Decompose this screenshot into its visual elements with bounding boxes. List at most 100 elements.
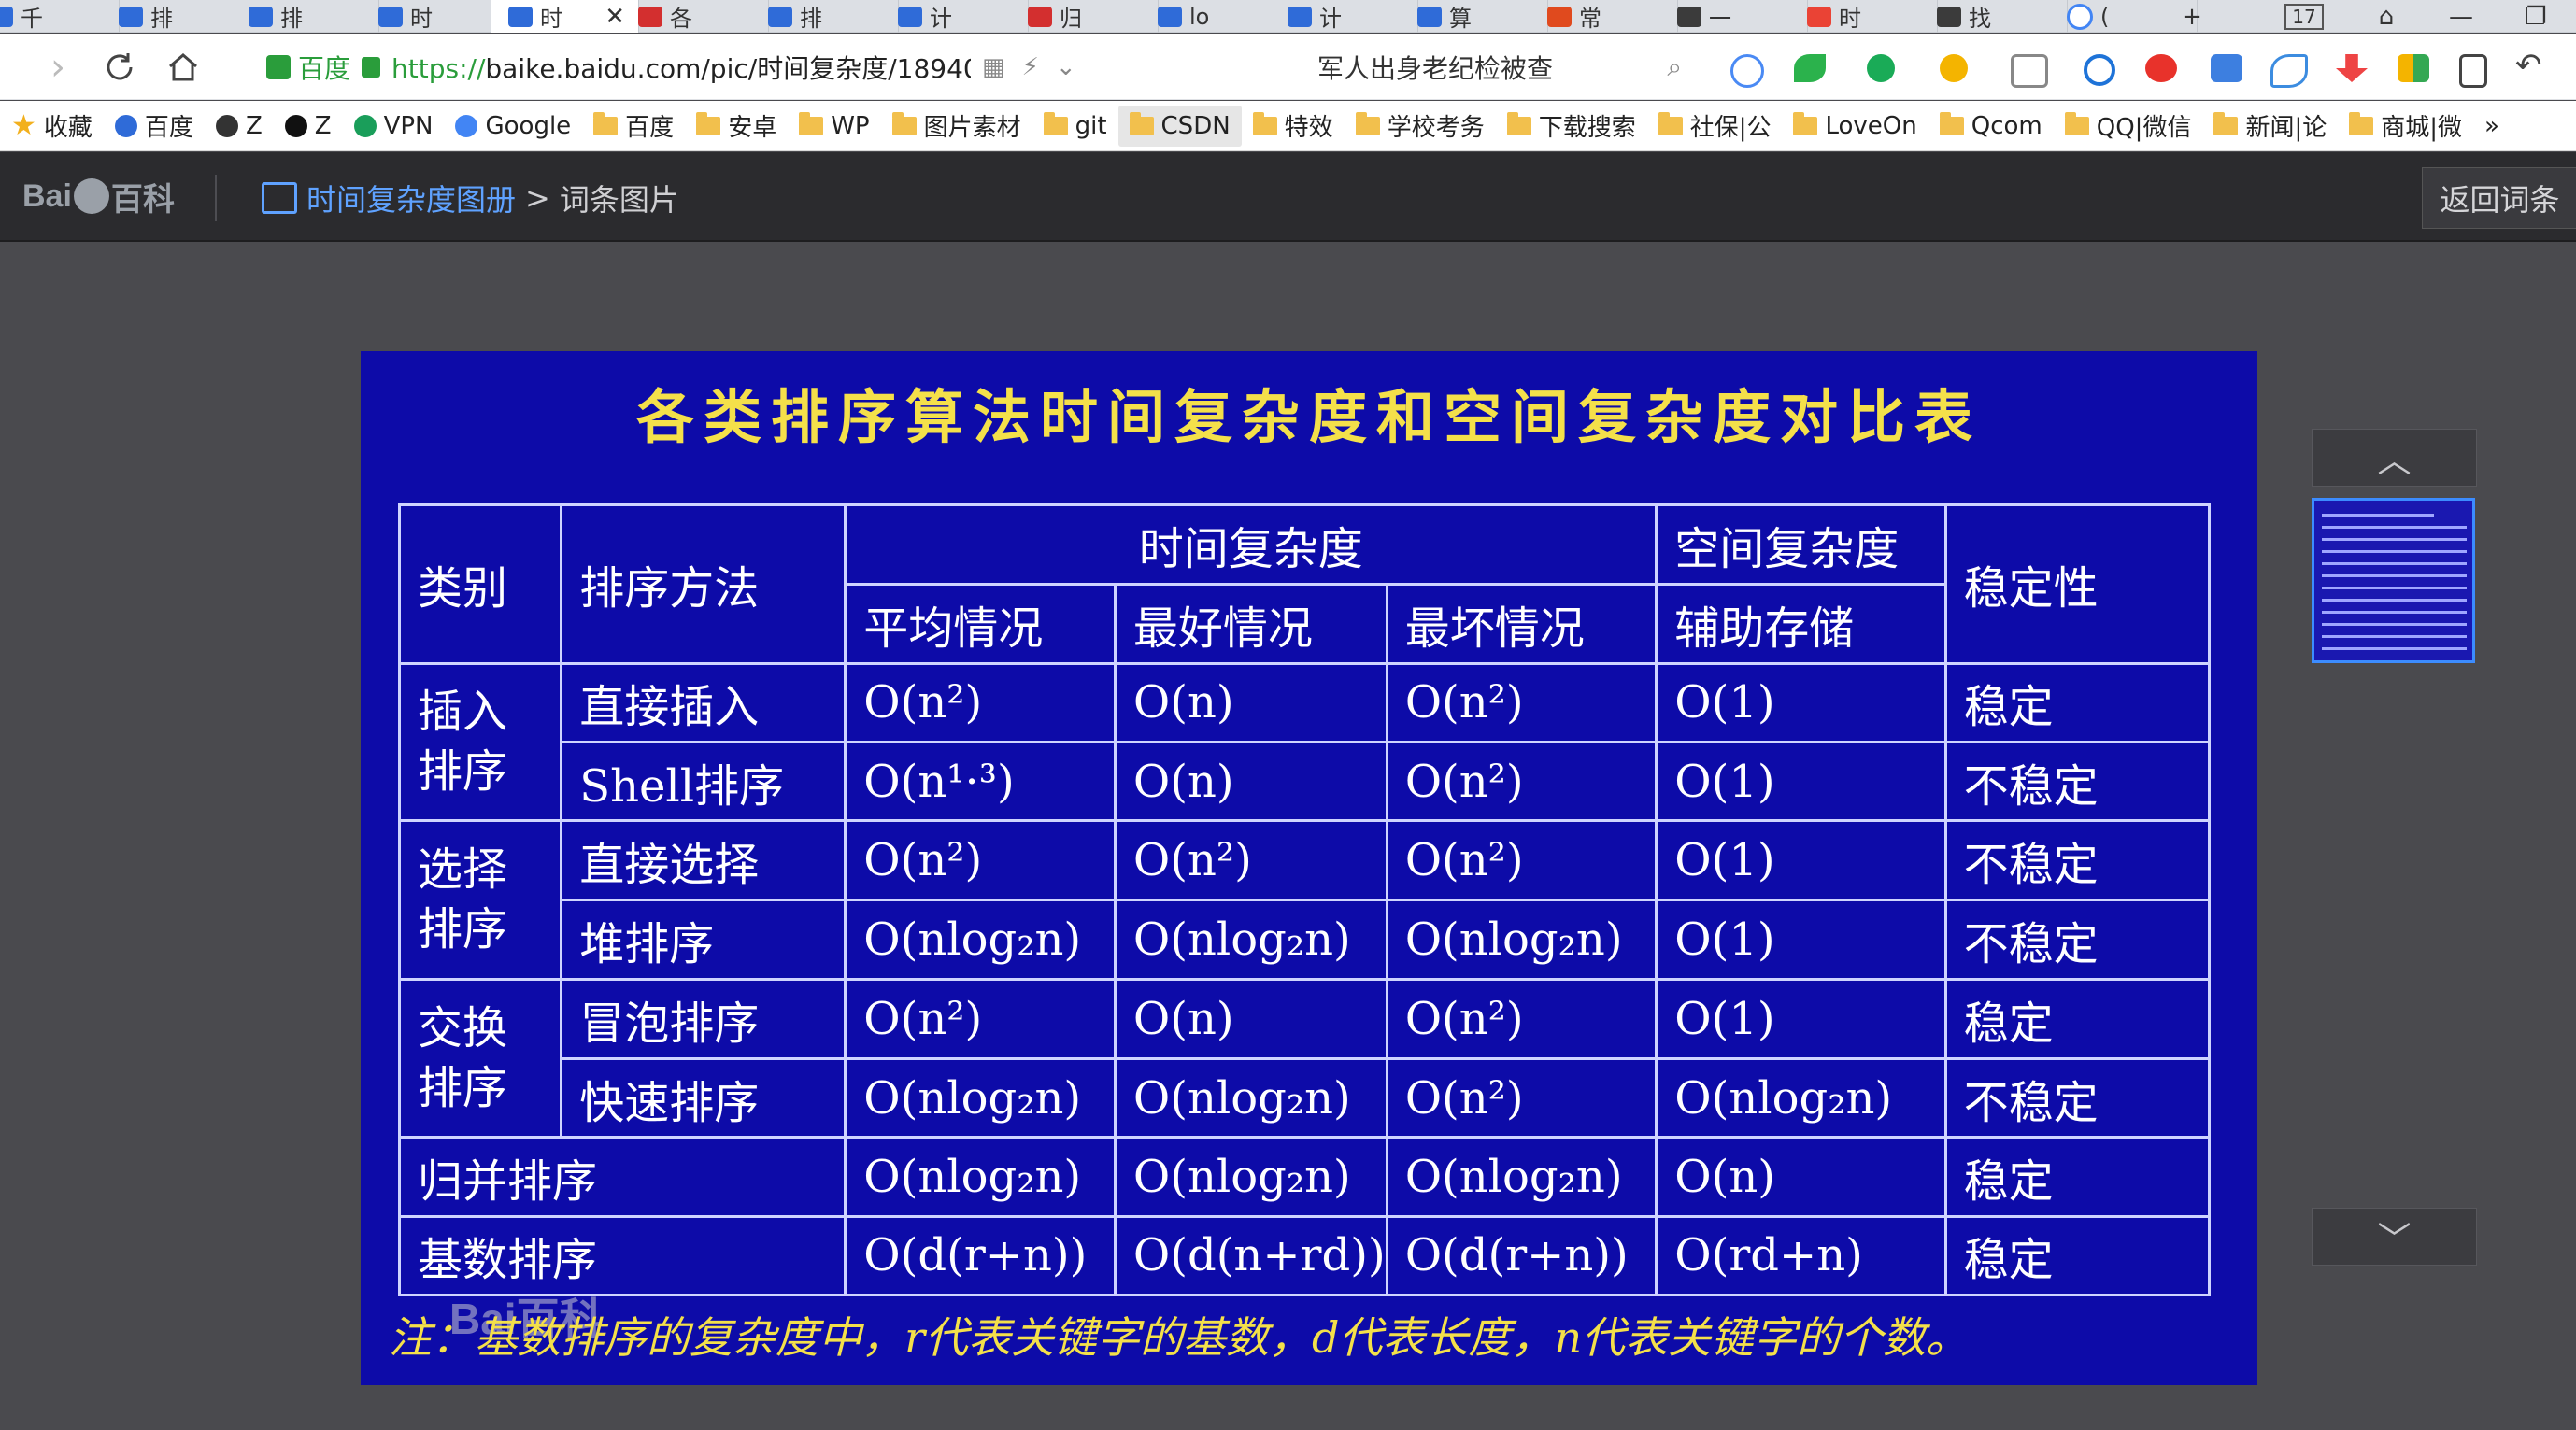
image-tool-icon[interactable] xyxy=(2011,54,2048,88)
apps-icon[interactable] xyxy=(2398,54,2429,82)
tab-14[interactable]: 时 xyxy=(1790,0,1938,33)
magnifier-icon[interactable] xyxy=(2084,54,2115,86)
bookmark-8[interactable]: WP xyxy=(788,106,880,147)
qr-code-icon[interactable]: ▦ xyxy=(982,53,1005,81)
bookmark-14[interactable]: 下载搜索 xyxy=(1496,106,1647,147)
bookmark-13[interactable]: 学校考务 xyxy=(1345,106,1496,147)
coin-icon[interactable] xyxy=(1940,54,1968,82)
search-icon[interactable]: ⌕ xyxy=(1667,51,1682,83)
method-cell: 快速排序 xyxy=(560,1057,847,1140)
minus-circle-icon[interactable] xyxy=(1730,54,1764,88)
reload-icon xyxy=(107,53,133,80)
worst-cell: O(n²) xyxy=(1385,661,1658,743)
avg-cell: O(n²) xyxy=(844,977,1117,1061)
bookmark-12[interactable]: 特效 xyxy=(1242,106,1345,147)
bookmark-2[interactable]: Z xyxy=(205,106,274,147)
folder-icon xyxy=(1793,111,1818,135)
restore-icon[interactable]: ❐ xyxy=(2508,0,2564,33)
prev-image-button[interactable]: ︿ xyxy=(2312,429,2477,487)
weibo-icon[interactable] xyxy=(2145,54,2177,82)
bookmark-1[interactable]: 百度 xyxy=(104,106,205,147)
bookmark-17[interactable]: Qcom xyxy=(1928,106,2054,147)
tab-11[interactable]: 算 xyxy=(1401,0,1548,33)
tab-9[interactable]: lo xyxy=(1141,0,1288,33)
bookmark-18[interactable]: QQ|微信 xyxy=(2054,106,2203,147)
bookmark-10[interactable]: git xyxy=(1032,106,1118,147)
bookmark-3[interactable]: Z xyxy=(274,106,343,147)
bookmark-15[interactable]: 社保|公 xyxy=(1647,106,1783,147)
aux-cell: O(1) xyxy=(1655,819,1947,902)
url-bar[interactable]: 百度 https://baike.baidu.com/pic/时间复杂度/189… xyxy=(266,43,1303,92)
bookmark-label: 下载搜索 xyxy=(1538,114,1636,142)
worst-cell: O(n²) xyxy=(1385,1057,1658,1140)
thumbnail-line xyxy=(2322,587,2467,589)
tab-6[interactable]: 排 xyxy=(751,0,899,33)
tab-2[interactable]: 排 xyxy=(232,0,379,33)
method-cell: Shell排序 xyxy=(560,740,847,823)
main-image: 各类排序算法时间复杂度和空间复杂度对比表 类别 排序方法 时间复杂度 空间复杂度… xyxy=(361,351,2257,1385)
worst-cell: O(d(r+n)) xyxy=(1385,1214,1658,1297)
baike-logo[interactable]: Bai 百科 xyxy=(22,173,175,219)
bookmark-7[interactable]: 安卓 xyxy=(685,106,788,147)
slide-note: 注：基数排序的复杂度中，r代表关键字的基数，d代表长度，n代表关键字的个数。 xyxy=(389,1312,1970,1363)
tab-13[interactable]: 一 xyxy=(1660,0,1808,33)
tab-label: 时 xyxy=(410,6,433,32)
translate-icon[interactable] xyxy=(1867,54,1895,82)
bookmark-6[interactable]: 百度 xyxy=(582,106,685,147)
forward-button[interactable]: › xyxy=(36,45,80,90)
tab-1[interactable]: 排 xyxy=(102,0,249,33)
tab-count-button[interactable]: 17 xyxy=(2276,0,2332,33)
feather-icon[interactable] xyxy=(2270,54,2308,88)
tab-5[interactable]: 各 xyxy=(621,0,769,33)
home-button[interactable] xyxy=(161,45,206,90)
category-cell: 插入 排序 xyxy=(397,661,563,823)
skin-icon[interactable]: ⌂ xyxy=(2358,0,2414,33)
tab-8[interactable]: 归 xyxy=(1011,0,1159,33)
bookmark-20[interactable]: 商城|微 xyxy=(2338,106,2473,147)
lightning-icon[interactable]: ⚡ xyxy=(1022,53,1039,81)
tab-strip: 千排排时时 ✕ 各排计归 lo 计算常一时找(+17 ⌂ — ❐ xyxy=(0,0,2576,33)
bookmark-16[interactable]: LoveOn xyxy=(1782,106,1928,147)
tab-7[interactable]: 计 xyxy=(881,0,1029,33)
reload-button[interactable] xyxy=(97,45,142,90)
tab-10[interactable]: 计 xyxy=(1271,0,1418,33)
back-to-entry-button[interactable]: 返回词条 xyxy=(2422,167,2576,229)
thumbnail-line xyxy=(2322,538,2467,541)
worst-cell: O(n²) xyxy=(1385,740,1658,823)
new-tab-button[interactable]: + xyxy=(2164,0,2220,33)
search-q-icon xyxy=(1937,6,1961,27)
bookmark-5[interactable]: Google xyxy=(444,106,582,147)
bookmark-11[interactable]: CSDN xyxy=(1117,105,1242,147)
tab-15[interactable]: 找 xyxy=(1920,0,2068,33)
bookmarks-overflow-button[interactable]: » xyxy=(2473,106,2511,147)
tab-4[interactable]: 时 ✕ xyxy=(491,0,639,33)
bookmark-label: QQ|微信 xyxy=(2096,114,2192,142)
bookmark-9[interactable]: 图片素材 xyxy=(881,106,1032,147)
fire-icon xyxy=(1547,6,1572,27)
minimize-icon[interactable]: — xyxy=(2433,0,2489,33)
bookmark-4[interactable]: VPN xyxy=(343,106,445,147)
folder-icon xyxy=(1939,111,1964,135)
avg-cell: O(d(r+n)) xyxy=(844,1214,1117,1297)
breadcrumb-album-link[interactable]: 时间复杂度图册 xyxy=(306,177,516,219)
bookmark-19[interactable]: 新闻|论 xyxy=(2202,106,2338,147)
tab-count[interactable]: 17 xyxy=(2284,3,2324,30)
undo-icon[interactable]: ↶ xyxy=(2515,47,2547,84)
search-q-icon xyxy=(1677,6,1701,27)
mail-icon[interactable] xyxy=(2211,54,2242,82)
chevron-down-icon[interactable]: ⌄ xyxy=(1056,53,1076,81)
next-image-button[interactable]: ﹀ xyxy=(2312,1208,2477,1266)
tab-3[interactable]: 时 xyxy=(362,0,509,33)
search-box[interactable]: 军人出身老纪检被查 ⌕ xyxy=(1317,47,1682,88)
bookmark-0[interactable]: ★ 收藏 xyxy=(0,106,104,147)
thumbnail-current[interactable] xyxy=(2312,498,2475,663)
tab-12[interactable]: 常 xyxy=(1530,0,1678,33)
scissors-icon[interactable] xyxy=(1794,54,1826,82)
download-icon[interactable] xyxy=(2336,54,2368,82)
tablet-icon[interactable] xyxy=(2459,54,2487,88)
site-verified-badge[interactable]: 百度 xyxy=(266,49,350,86)
search-suggestion-text[interactable]: 军人出身老纪检被查 xyxy=(1317,49,1553,86)
thumbnail-line xyxy=(2322,599,2467,602)
url-text[interactable]: https://baike.baidu.com/pic/时间复杂度/189405… xyxy=(391,49,971,86)
table-row: Shell排序 O(n¹·³) O(n) O(n²) O(1) 不稳定 xyxy=(400,740,2212,823)
